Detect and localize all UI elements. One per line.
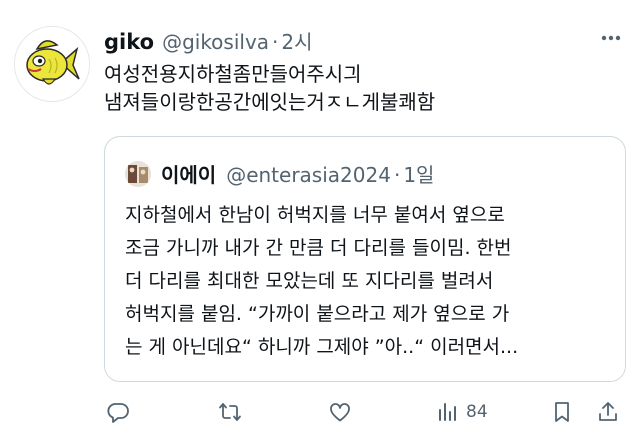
separator-dot: · (272, 30, 279, 54)
display-name[interactable]: giko (104, 30, 154, 54)
user-handle[interactable]: @gikosilva (162, 30, 269, 54)
heart-icon (330, 403, 350, 422)
quoted-text-line: 허벅지를 붙임. “가까이 붙으라고 제가 옆으로 가 (125, 303, 510, 325)
avatar[interactable] (14, 26, 90, 102)
views-count: 84 (466, 402, 488, 422)
quoted-text-line: 는 게 아닌데요“ 하니까 그제야 ”아..“ 이러면서... (125, 336, 519, 358)
bookmark-button[interactable] (550, 398, 574, 426)
tweet-header: giko @gikosilva · 2시 (104, 26, 313, 54)
views-button[interactable]: 84 (436, 398, 488, 426)
timestamp[interactable]: 2시 (281, 26, 312, 55)
like-button[interactable] (328, 398, 352, 426)
tweet-text: 여성전용지하철좀만들어주시긔 냄져들이랑한공간에잇는거ㅈㄴ게불쾌함 (104, 60, 614, 116)
tweet-text-line: 여성전용지하철좀만들어주시긔 (104, 62, 362, 86)
quoted-text-line: 조금 가니까 내가 간 만큼 더 다리를 들이밈. 한번 (125, 237, 512, 259)
tweet-action-bar: 84 (104, 398, 624, 426)
quoted-tweet-header: 이에이 @enterasia2024 · 1일 (161, 159, 434, 188)
reply-icon (107, 403, 129, 423)
quoted-timestamp: 1일 (403, 163, 435, 187)
separator-dot: · (393, 163, 401, 187)
tweet-text-line: 냄져들이랑한공간에잇는거ㅈㄴ게불쾌함 (104, 90, 436, 114)
share-icon (599, 402, 617, 421)
share-button[interactable] (596, 398, 620, 426)
quoted-tweet-card[interactable]: 이에이 @enterasia2024 · 1일 지하철에서 한남이 허벅지를 너… (104, 136, 626, 382)
fish-avatar-illustration (15, 27, 89, 101)
quoted-user-handle: @enterasia2024 (226, 163, 391, 187)
more-horizontal-icon[interactable] (598, 28, 624, 48)
retweet-button[interactable] (218, 398, 242, 426)
retweet-icon (219, 403, 241, 421)
reply-button[interactable] (106, 398, 130, 426)
quoted-text-line: 지하철에서 한남이 허벅지를 너무 붙여서 옆으로 (125, 204, 505, 226)
views-chart-icon (439, 403, 456, 421)
bookmark-icon (555, 402, 569, 422)
quoted-display-name: 이에이 (161, 163, 217, 187)
quoted-avatar (125, 161, 151, 187)
quoted-text-line: 더 다리를 최대한 모았는데 또 지다리를 벌려서 (125, 270, 494, 292)
quoted-tweet-text: 지하철에서 한남이 허벅지를 너무 붙여서 옆으로 조금 가니까 내가 간 만큼… (125, 199, 615, 364)
